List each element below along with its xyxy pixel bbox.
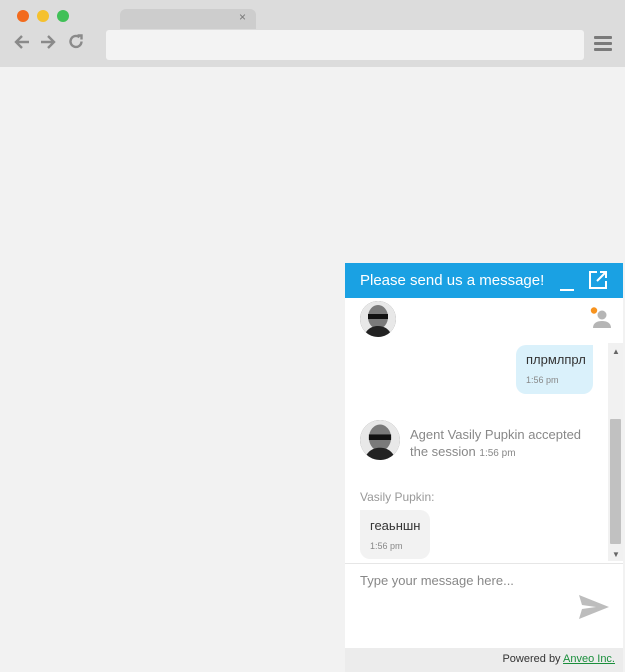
- message-input-area: [345, 563, 623, 647]
- browser-tab[interactable]: ×: [120, 9, 256, 29]
- powered-by-prefix: Powered by: [502, 653, 561, 665]
- browser-chrome: ×: [0, 0, 625, 67]
- chat-header-title: Please send us a message!: [360, 272, 545, 289]
- message-scrollbar[interactable]: ▲ ▼: [608, 343, 623, 561]
- agent-bar: [345, 298, 623, 343]
- popout-icon[interactable]: [588, 270, 608, 290]
- message-list[interactable]: плрмлпрл 1:56 pm Agent Vasily Pupkin acc…: [345, 343, 608, 561]
- send-icon[interactable]: [578, 594, 610, 620]
- person-status-icon[interactable]: [590, 307, 612, 329]
- outgoing-message-bubble: плрмлпрл 1:56 pm: [516, 345, 593, 394]
- window-close-dot[interactable]: [17, 10, 29, 22]
- powered-by: Powered by Anveo Inc.: [502, 653, 615, 665]
- chat-footer: Powered by Anveo Inc.: [345, 648, 623, 672]
- agent-avatar: [360, 420, 400, 460]
- message-text: геаьншн: [370, 518, 421, 533]
- back-arrow-icon[interactable]: [12, 33, 32, 55]
- chat-header: Please send us a message!: [345, 263, 623, 298]
- scrollbar-thumb[interactable]: [610, 419, 621, 544]
- message-time: 1:56 pm: [479, 448, 516, 459]
- message-input[interactable]: [357, 571, 578, 635]
- message-time: 1:56 pm: [370, 541, 403, 551]
- chat-widget: Please send us a message! плрмлпрл 1:56 …: [345, 263, 623, 672]
- scroll-down-arrow-icon[interactable]: ▼: [612, 550, 620, 559]
- window-minimize-dot[interactable]: [37, 10, 49, 22]
- window-maximize-dot[interactable]: [57, 10, 69, 22]
- scroll-up-arrow-icon[interactable]: ▲: [612, 347, 620, 356]
- address-bar[interactable]: [106, 30, 584, 60]
- hamburger-menu-icon[interactable]: [594, 36, 612, 52]
- forward-arrow-icon[interactable]: [38, 33, 58, 55]
- tab-close-icon[interactable]: ×: [239, 10, 246, 24]
- agent-avatar: [360, 301, 396, 337]
- minimize-icon[interactable]: [559, 273, 575, 291]
- message-text: плрмлпрл: [526, 352, 586, 367]
- message-time: 1:56 pm: [526, 375, 559, 385]
- system-message-text-wrap: Agent Vasily Pupkin accepted the session…: [410, 426, 600, 462]
- incoming-message-bubble: геаьншн 1:56 pm: [360, 510, 430, 559]
- anveo-link[interactable]: Anveo Inc.: [563, 653, 615, 665]
- sender-name: Vasily Pupkin:: [360, 490, 435, 504]
- reload-icon[interactable]: [66, 33, 86, 55]
